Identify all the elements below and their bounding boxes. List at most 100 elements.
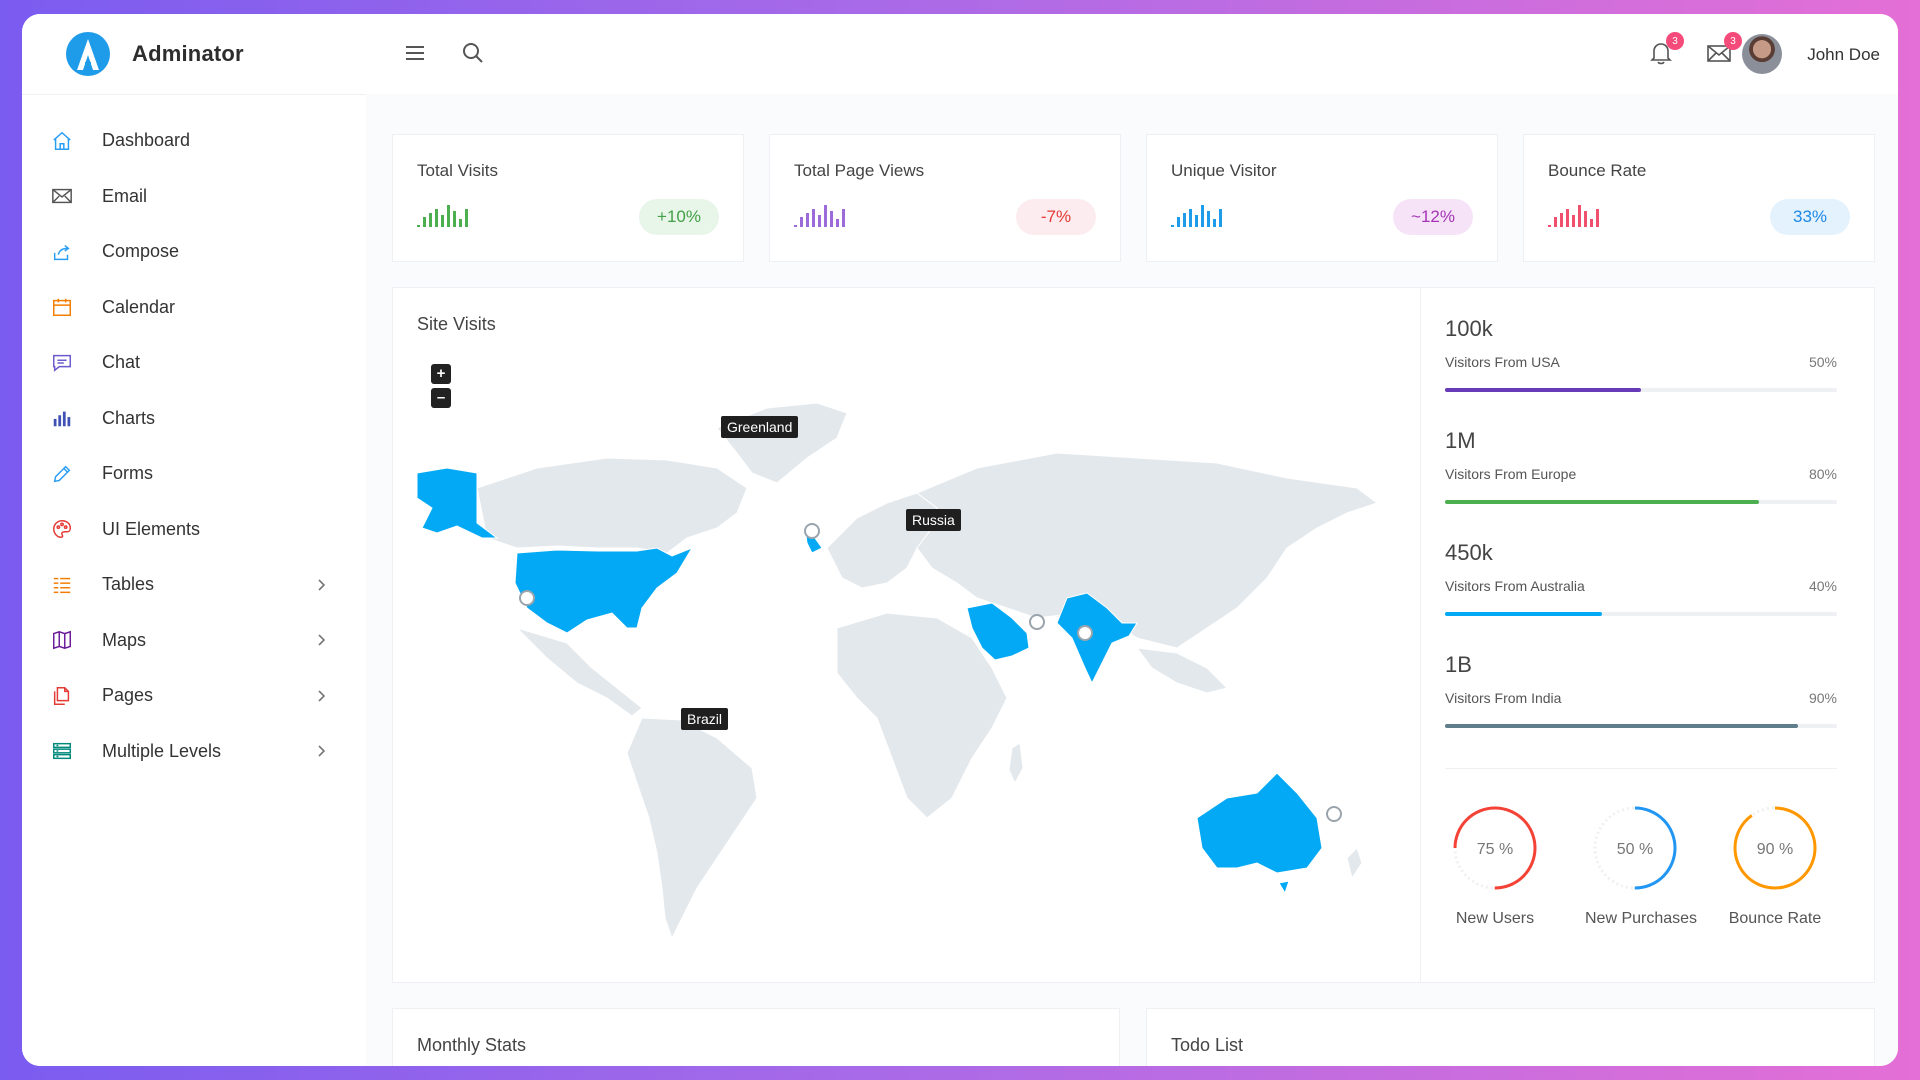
map-tooltip-brazil: Brazil	[681, 708, 729, 730]
stat-title: Total Page Views	[794, 161, 925, 180]
share-icon	[50, 240, 74, 264]
sidebar-item-label: Compose	[102, 241, 180, 262]
map-tooltip-russia: Russia	[906, 509, 961, 531]
sidebar-item-label: Charts	[102, 407, 156, 428]
visitor-label: Visitors From India	[1445, 690, 1562, 706]
visitor-stat-india: 1B Visitors From India 90%	[1445, 652, 1837, 752]
map-region-madagascar	[1008, 742, 1024, 785]
map-marker-gulf	[1029, 614, 1045, 630]
visitor-label: Visitors From Australia	[1445, 578, 1585, 594]
visitor-count: 100k	[1445, 316, 1493, 341]
sidebar-item-label: Tables	[102, 574, 155, 595]
sidebar-item-label: Maps	[102, 629, 147, 650]
visitor-stat-europe: 1M Visitors From Europe 80%	[1445, 428, 1837, 528]
sidebar-item-ui-elements[interactable]: UI Elements	[22, 502, 366, 558]
sidebar-item-email[interactable]: Email	[22, 169, 366, 225]
search-icon[interactable]	[460, 40, 486, 66]
visitor-percent: 80%	[1808, 466, 1837, 482]
donut-chart: 75 %	[1453, 806, 1537, 890]
donut-new-users: 75 % New Users	[1445, 803, 1545, 928]
progress-fill	[1445, 724, 1798, 728]
chevron-right-icon	[318, 634, 326, 646]
sparkline	[1171, 205, 1222, 227]
donut-value: 75 %	[1477, 841, 1513, 858]
map-region-australia	[1196, 772, 1323, 874]
notifications-button[interactable]: 3	[1648, 32, 1684, 66]
sparkline	[1548, 205, 1599, 227]
visitor-stat-australia: 450k Visitors From Australia 40%	[1445, 540, 1837, 640]
layers-icon	[50, 739, 74, 763]
todo-list-card: Todo List	[1146, 1008, 1875, 1066]
sidebar-item-label: Chat	[102, 352, 141, 373]
change-badge: -7%	[1016, 199, 1096, 235]
pencil-icon	[50, 462, 74, 486]
sidebar-item-label: Dashboard	[102, 130, 191, 151]
sidebar-item-label: UI Elements	[102, 518, 201, 539]
site-visits-card: Site Visits + – Greenland Russia Brazil …	[392, 287, 1875, 983]
user-name[interactable]: John Doe	[1807, 45, 1880, 65]
sidebar-item-forms[interactable]: Forms	[22, 446, 366, 502]
sidebar-item-multiple-levels[interactable]: Multiple Levels	[22, 724, 366, 780]
logo-icon	[66, 32, 110, 76]
chevron-right-icon	[318, 745, 326, 757]
palette-icon	[50, 517, 74, 541]
progress-bar	[1445, 612, 1837, 616]
sidebar-item-label: Forms	[102, 463, 153, 484]
donut-label: New Purchases	[1585, 910, 1698, 927]
map-marker-india	[1077, 625, 1093, 641]
donut-label: Bounce Rate	[1728, 910, 1822, 927]
messages-button[interactable]: 3	[1706, 32, 1742, 66]
bar-chart-icon	[50, 406, 74, 430]
topbar: 3 3 John Doe	[366, 14, 1898, 95]
sidebar-item-tables[interactable]: Tables	[22, 557, 366, 613]
site-visits-title: Site Visits	[417, 314, 496, 334]
chevron-right-icon	[318, 690, 326, 702]
app-name: Adminator	[132, 41, 244, 66]
hamburger-menu-icon[interactable]	[402, 40, 428, 66]
map-region-tasmania	[1278, 880, 1290, 895]
calendar-icon	[50, 295, 74, 319]
donut-new-purchases: 50 % New Purchases	[1585, 803, 1698, 928]
sidebar-item-dashboard[interactable]: Dashboard	[22, 113, 366, 169]
progress-bar	[1445, 724, 1837, 728]
chevron-right-icon	[318, 579, 326, 591]
stat-title: Total Visits	[417, 161, 498, 180]
visitor-stats-panel: 100k Visitors From USA 50% 1M Visitors F…	[1420, 288, 1861, 982]
change-badge: +10%	[639, 199, 719, 235]
notification-badge: 3	[1666, 32, 1684, 50]
sparkline	[417, 205, 468, 227]
world-map[interactable]	[417, 398, 1407, 958]
map-region-europe	[826, 492, 938, 589]
sidebar-item-label: Pages	[102, 685, 154, 706]
zoom-in-button[interactable]: +	[431, 364, 451, 384]
donut-label: New Users	[1455, 910, 1535, 927]
sidebar-item-chat[interactable]: Chat	[22, 335, 366, 391]
map-region-southeast-asia	[1135, 647, 1228, 694]
sidebar-item-calendar[interactable]: Calendar	[22, 280, 366, 336]
map-region-new-zealand	[1346, 847, 1363, 880]
sidebar-item-maps[interactable]: Maps	[22, 613, 366, 669]
monthly-stats-title: Monthly Stats	[417, 1035, 527, 1055]
sidebar-item-pages[interactable]: Pages	[22, 668, 366, 724]
monthly-stats-card: Monthly Stats	[392, 1008, 1120, 1066]
change-badge: 33%	[1770, 199, 1850, 235]
stat-title: Bounce Rate	[1548, 161, 1647, 180]
messages-badge: 3	[1724, 32, 1742, 50]
mail-icon	[50, 184, 74, 208]
map-marker-uk	[804, 523, 820, 539]
visitor-label: Visitors From Europe	[1445, 466, 1577, 482]
sidebar-item-compose[interactable]: Compose	[22, 224, 366, 280]
sidebar-item-charts[interactable]: Charts	[22, 391, 366, 447]
donut-value: 90 %	[1757, 841, 1793, 858]
visitor-count: 1B	[1445, 652, 1472, 677]
stat-card-unique-visitor: Unique Visitor ~12%	[1146, 134, 1498, 262]
sidebar-nav: Dashboard Email Compose Calendar Chat Ch…	[22, 95, 366, 779]
list-icon	[50, 573, 74, 597]
home-icon	[50, 129, 74, 153]
map-region-central-america	[516, 627, 643, 717]
main-content: Total Visits +10% Total Page Views -7% U…	[366, 94, 1898, 1066]
map-region-greenland	[716, 402, 848, 484]
avatar[interactable]	[1742, 34, 1782, 74]
map-region-canada	[476, 457, 748, 554]
brand[interactable]: Adminator	[22, 14, 366, 95]
